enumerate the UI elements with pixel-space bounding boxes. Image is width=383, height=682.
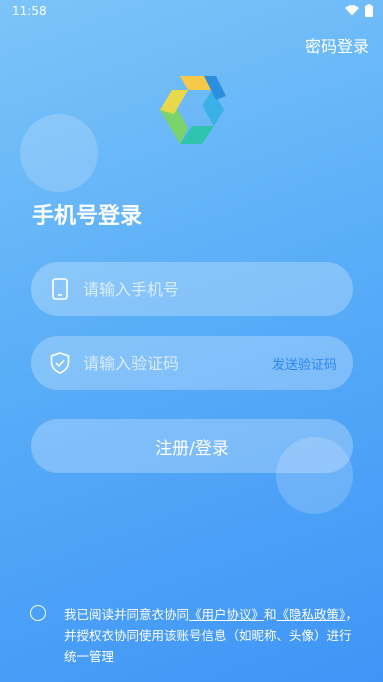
register-login-button[interactable]: 注册/登录 [31, 419, 353, 473]
decor-bubble [20, 114, 98, 192]
code-input[interactable] [81, 352, 265, 374]
privacy-policy-link[interactable]: 《隐私政策》 [277, 607, 346, 622]
app-logo [160, 76, 226, 144]
phone-field[interactable] [31, 262, 353, 316]
agreement-text: 我已阅读并同意衣协同《用户协议》和《隐私政策》，并授权衣协同使用该账号信息（如昵… [64, 604, 360, 667]
page-title: 手机号登录 [32, 204, 143, 229]
send-code-button[interactable]: 发送验证码 [272, 354, 337, 373]
phone-icon [49, 278, 71, 300]
radio-unchecked-icon[interactable] [30, 605, 46, 621]
status-time: 11:58 [12, 4, 47, 18]
agreement-and: 和 [264, 607, 277, 622]
shield-check-icon [49, 352, 71, 374]
battery-icon [365, 4, 373, 17]
agreement-prefix: 我已阅读并同意衣协同 [64, 607, 190, 622]
phone-input[interactable] [81, 278, 265, 300]
password-login-link[interactable]: 密码登录 [305, 33, 369, 57]
user-agreement-link[interactable]: 《用户协议》 [189, 607, 264, 622]
status-bar: 11:58 [0, 0, 383, 22]
code-field[interactable]: 发送验证码 [31, 336, 353, 390]
status-icons [345, 4, 373, 17]
wifi-icon [345, 5, 359, 16]
